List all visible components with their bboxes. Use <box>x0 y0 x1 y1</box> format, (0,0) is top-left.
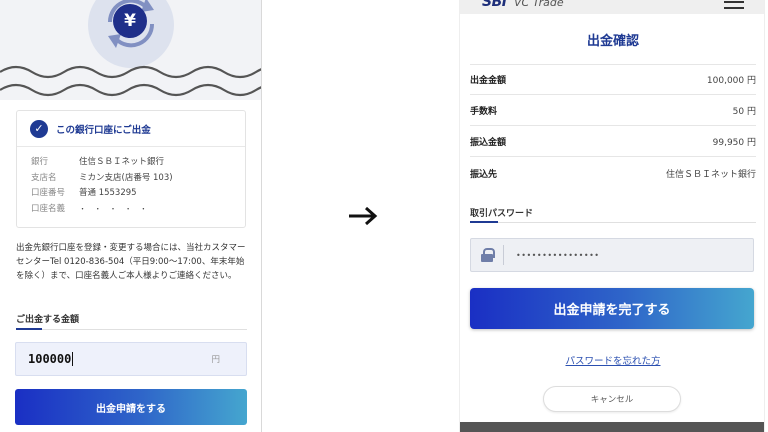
detail-row-transfer-amount: 振込金額 99,950 円 <box>470 127 756 157</box>
detail-value: 50 円 <box>732 107 756 117</box>
text-caret <box>72 352 74 366</box>
bank-row-account-number: 口座番号 普通 1553295 <box>31 186 245 202</box>
bank-row-value: 住信ＳＢＩネット銀行 <box>79 157 165 167</box>
detail-key: 振込先 <box>470 169 498 180</box>
right-arrow-icon <box>349 206 378 226</box>
cancel-button[interactable]: キャンセル <box>543 386 681 412</box>
check-circle-icon: ✓ <box>30 119 48 138</box>
detail-row-destination: 振込先 住信ＳＢＩネット銀行 <box>470 158 756 188</box>
bank-row-key: 口座名義 <box>31 203 66 214</box>
amount-label: ご出金する金額 <box>16 315 80 325</box>
input-separator <box>503 245 504 265</box>
detail-value: 100,000 円 <box>706 76 756 86</box>
bank-row-key: 支店名 <box>31 172 57 183</box>
bank-card-header: ✓ この銀行口座にご出金 <box>17 111 245 147</box>
detail-key: 手数料 <box>470 107 498 117</box>
page-title: 出金確認 <box>586 34 639 49</box>
detail-value: 住信ＳＢＩネット銀行 <box>665 169 756 180</box>
sbi-logo: SBI <box>482 0 507 10</box>
withdrawal-amount-input[interactable]: 100000 円 <box>15 342 247 376</box>
bank-details: 銀行 住信ＳＢＩネット銀行 支店名 ミカン支店(店番号 103) 口座番号 普通… <box>17 147 245 217</box>
forgot-password-link[interactable]: パスワードを忘れた方 <box>460 353 764 367</box>
trade-password-input[interactable]: •••••••••••••••• <box>470 238 754 272</box>
yen-coin-icon: ¥ <box>113 4 147 38</box>
bank-row-account-holder: 口座名義 ・ ・ ・ ・ ・ <box>31 202 245 218</box>
password-masked-value: •••••••••••••••• <box>516 250 600 260</box>
amount-unit: 円 <box>211 355 220 365</box>
password-divider <box>470 222 756 223</box>
wave-divider <box>0 65 261 97</box>
amount-divider <box>16 329 247 330</box>
bank-row-bank: 銀行 住信ＳＢＩネット銀行 <box>31 155 245 171</box>
bank-row-key: 銀行 <box>31 157 49 167</box>
withdrawal-form-panel: ¥ ✓ この銀行口座にご出金 銀行 住信ＳＢＩネット銀行 支店名 ミカン支店(店… <box>0 0 262 432</box>
detail-row-withdrawal-amount: 出金金額 100,000 円 <box>470 65 756 95</box>
withdrawal-confirm-panel: SBI VC Trade 出金確認 出金金額 100,000 円 手数料 50 … <box>459 0 765 432</box>
app-header: SBI VC Trade <box>460 0 764 14</box>
request-withdrawal-button[interactable]: 出金申請をする <box>15 389 247 425</box>
bank-row-value: ミカン支店(店番号 103) <box>79 172 173 183</box>
masked-account-holder: ・ ・ ・ ・ ・ <box>79 204 150 213</box>
amount-divider-accent <box>16 328 42 330</box>
bank-row-value: 普通 1553295 <box>79 188 137 198</box>
bank-account-card: ✓ この銀行口座にご出金 銀行 住信ＳＢＩネット銀行 支店名 ミカン支店(店番号… <box>16 110 246 228</box>
detail-key: 出金金額 <box>470 76 507 86</box>
detail-row-fee: 手数料 50 円 <box>470 96 756 126</box>
password-divider-accent <box>470 221 498 223</box>
password-label: 取引パスワード <box>470 209 534 219</box>
lock-icon <box>481 248 495 262</box>
bank-card-title: この銀行口座にご出金 <box>56 124 151 136</box>
app-footer <box>460 422 764 432</box>
amount-value: 100000 <box>28 352 72 366</box>
detail-key: 振込金額 <box>470 138 507 148</box>
complete-withdrawal-button[interactable]: 出金申請を完了する <box>470 288 754 329</box>
hamburger-menu-icon[interactable] <box>724 1 744 11</box>
product-name: VC Trade <box>514 0 564 9</box>
account-change-notice: 出金先銀行口座を登録・変更する場合には、当社カスタマーセンターTel 0120-… <box>16 243 246 281</box>
detail-value: 99,950 円 <box>712 138 756 148</box>
bank-row-branch: 支店名 ミカン支店(店番号 103) <box>31 171 245 187</box>
bank-row-key: 口座番号 <box>31 188 66 198</box>
